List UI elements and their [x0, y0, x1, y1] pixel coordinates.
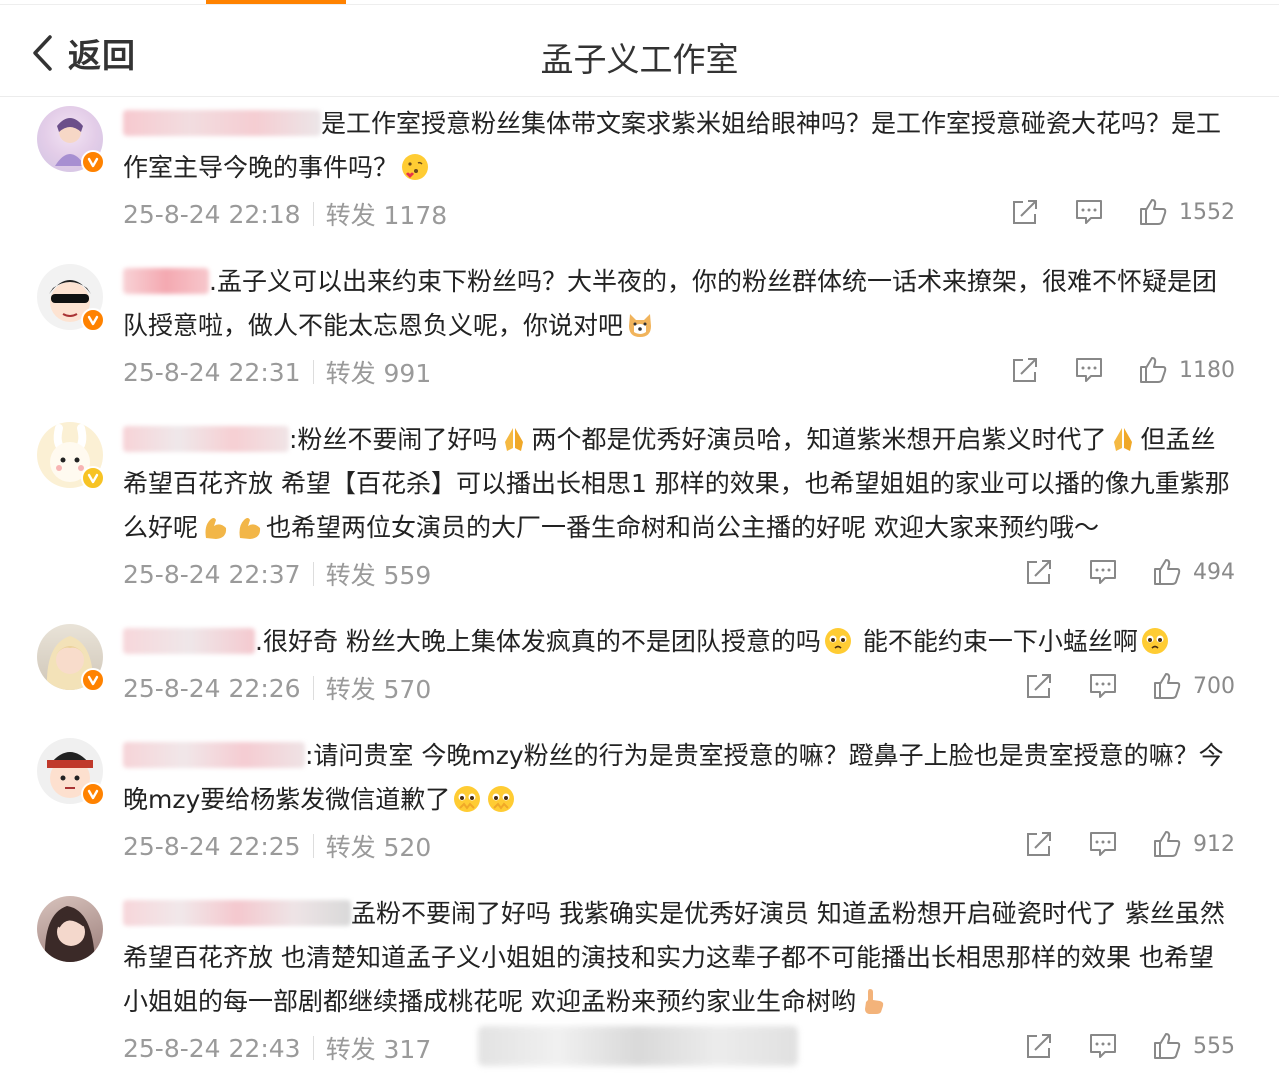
- avatar[interactable]: [37, 624, 105, 692]
- share-icon[interactable]: [1023, 828, 1055, 860]
- comment-meta: 25-8-24 22:31 转发 991: [123, 354, 431, 390]
- repost-count[interactable]: 转发 991: [326, 354, 432, 390]
- meta-divider: [312, 834, 314, 858]
- comment-meta: 25-8-24 22:18 转发 1178: [123, 196, 447, 232]
- timestamp: 25-8-24 22:25: [123, 831, 301, 861]
- thumbs-up-icon[interactable]: [1151, 670, 1183, 702]
- comment-text: :粉丝不要闹了好吗 两个都是优秀好演员哈，知道紫米想开启紫义时代了 但孟丝希望百花齐…: [123, 418, 1238, 550]
- comment-actions: 555: [991, 1030, 1235, 1062]
- share-icon[interactable]: [1009, 354, 1041, 386]
- timestamp: 25-8-24 22:37: [123, 559, 301, 589]
- timestamp: 25-8-24 22:26: [123, 673, 301, 703]
- folded-hands-icon: [1114, 428, 1133, 451]
- pleading-face-icon: [488, 786, 515, 812]
- comment-body-cont: 也希望两位女演员的大厂一番生命树和尚公主播的好呢 欢迎大家来预约哦～: [266, 513, 1099, 542]
- comment-text: .很好奇 粉丝大晚上集体发疯真的不是团队授意的吗 能不能约束一下小蜢丝啊: [123, 620, 1238, 664]
- avatar[interactable]: [37, 264, 105, 332]
- avatar[interactable]: [37, 738, 105, 806]
- comment-actions: 1552: [977, 196, 1235, 228]
- comment-icon[interactable]: [1087, 1030, 1119, 1062]
- like-count: 494: [1193, 559, 1235, 585]
- verified-badge-icon: [81, 668, 105, 692]
- avatar[interactable]: [37, 896, 103, 962]
- meta-divider: [312, 1036, 314, 1060]
- share-icon[interactable]: [1009, 196, 1041, 228]
- blurred-username[interactable]: [123, 628, 255, 654]
- comment-meta: 25-8-24 22:37 转发 559: [123, 556, 431, 592]
- like-count: 912: [1193, 831, 1235, 857]
- blurred-username[interactable]: [123, 110, 321, 136]
- thumbs-up-icon[interactable]: [1151, 828, 1183, 860]
- comment-icon[interactable]: [1087, 670, 1119, 702]
- share-icon[interactable]: [1023, 670, 1055, 702]
- pleading-face-icon: [1141, 628, 1168, 654]
- comment-body-cont: 能不能约束一下小蜢丝啊: [854, 627, 1138, 656]
- comment-text: 是工作室授意粉丝集体带文案求紫米姐给眼神吗？是工作室授意碰瓷大花吗？是工作室主导…: [123, 102, 1238, 190]
- meta-divider: [312, 360, 314, 384]
- timestamp: 25-8-24 22:18: [123, 199, 301, 229]
- repost-count[interactable]: 转发 570: [326, 670, 432, 706]
- comment-icon[interactable]: [1087, 828, 1119, 860]
- like-count: 1180: [1179, 357, 1235, 383]
- thumbs-up-icon[interactable]: [1137, 354, 1169, 386]
- comment-actions: 700: [991, 670, 1235, 702]
- verified-badge-icon: [81, 308, 105, 332]
- blurred-username[interactable]: [123, 426, 289, 452]
- like-count: 555: [1193, 1033, 1235, 1059]
- avatar[interactable]: [37, 106, 105, 174]
- comment-meta: 25-8-24 22:43 转发 317: [123, 1030, 431, 1066]
- meta-divider: [312, 562, 314, 586]
- comment-icon[interactable]: [1073, 354, 1105, 386]
- repost-count[interactable]: 转发 520: [326, 828, 432, 864]
- pointing-hand-icon: [864, 989, 884, 1014]
- avatar[interactable]: [37, 422, 105, 490]
- flexed-biceps-icon: [239, 518, 261, 539]
- page-title: 孟子义工作室: [540, 40, 739, 79]
- timestamp: 25-8-24 22:31: [123, 357, 301, 387]
- comment-body: .很好奇 粉丝大晚上集体发疯真的不是团队授意的吗: [255, 627, 821, 656]
- share-icon[interactable]: [1023, 556, 1055, 588]
- blurred-username[interactable]: [123, 900, 351, 926]
- comment-actions: 494: [991, 556, 1235, 588]
- repost-count[interactable]: 转发 317: [326, 1030, 432, 1066]
- comment-text: 孟粉不要闹了好吗 我紫确实是优秀好演员 知道孟粉想开启碰瓷时代了 紫丝虽然希望百…: [123, 892, 1238, 1024]
- comment-body: .孟子义可以出来约束下粉丝吗？大半夜的，你的粉丝群体统一话术来撩架，很难不怀疑是…: [123, 267, 1217, 340]
- share-icon[interactable]: [1023, 1030, 1055, 1062]
- thumbs-up-icon[interactable]: [1137, 196, 1169, 228]
- comment-actions: 912: [991, 828, 1235, 860]
- header-bar: 返回 孟子义工作室: [0, 5, 1279, 97]
- comment-text: :请问贵室 今晚mzy粉丝的行为是贵室授意的嘛？蹬鼻子上脸也是贵室授意的嘛？今晚…: [123, 734, 1238, 822]
- verified-badge-icon: [81, 782, 105, 806]
- blowing-kiss-icon: [402, 154, 429, 180]
- like-count: 700: [1193, 673, 1235, 699]
- thumbs-up-icon[interactable]: [1151, 1030, 1183, 1062]
- folded-hands-icon: [505, 428, 524, 451]
- comment-body-cont: 两个都是优秀好演员哈，知道紫米想开启紫义时代了: [531, 425, 1107, 454]
- like-count: 1552: [1179, 199, 1235, 225]
- comment-body: :粉丝不要闹了好吗: [289, 425, 498, 454]
- pleading-face-icon: [824, 628, 851, 654]
- verified-badge-icon: [81, 150, 105, 174]
- repost-count[interactable]: 转发 1178: [326, 196, 448, 232]
- dog-face-icon: [629, 314, 652, 337]
- blurred-username[interactable]: [123, 742, 305, 768]
- pleading-face-icon: [454, 786, 481, 812]
- thumbs-up-icon[interactable]: [1151, 556, 1183, 588]
- meta-divider: [312, 676, 314, 700]
- watermark: [478, 1026, 798, 1066]
- comment-icon[interactable]: [1087, 556, 1119, 588]
- comment-text: .孟子义可以出来约束下粉丝吗？大半夜的，你的粉丝群体统一话术来撩架，很难不怀疑是…: [123, 260, 1238, 348]
- comment-meta: 25-8-24 22:26 转发 570: [123, 670, 431, 706]
- comment-meta: 25-8-24 22:25 转发 520: [123, 828, 431, 864]
- comment-actions: 1180: [977, 354, 1235, 386]
- repost-count[interactable]: 转发 559: [326, 556, 432, 592]
- meta-divider: [312, 202, 314, 226]
- verified-badge-icon: [81, 466, 105, 490]
- comment-icon[interactable]: [1073, 196, 1105, 228]
- blurred-username[interactable]: [123, 268, 209, 294]
- timestamp: 25-8-24 22:43: [123, 1033, 301, 1063]
- flexed-biceps-icon: [205, 518, 227, 539]
